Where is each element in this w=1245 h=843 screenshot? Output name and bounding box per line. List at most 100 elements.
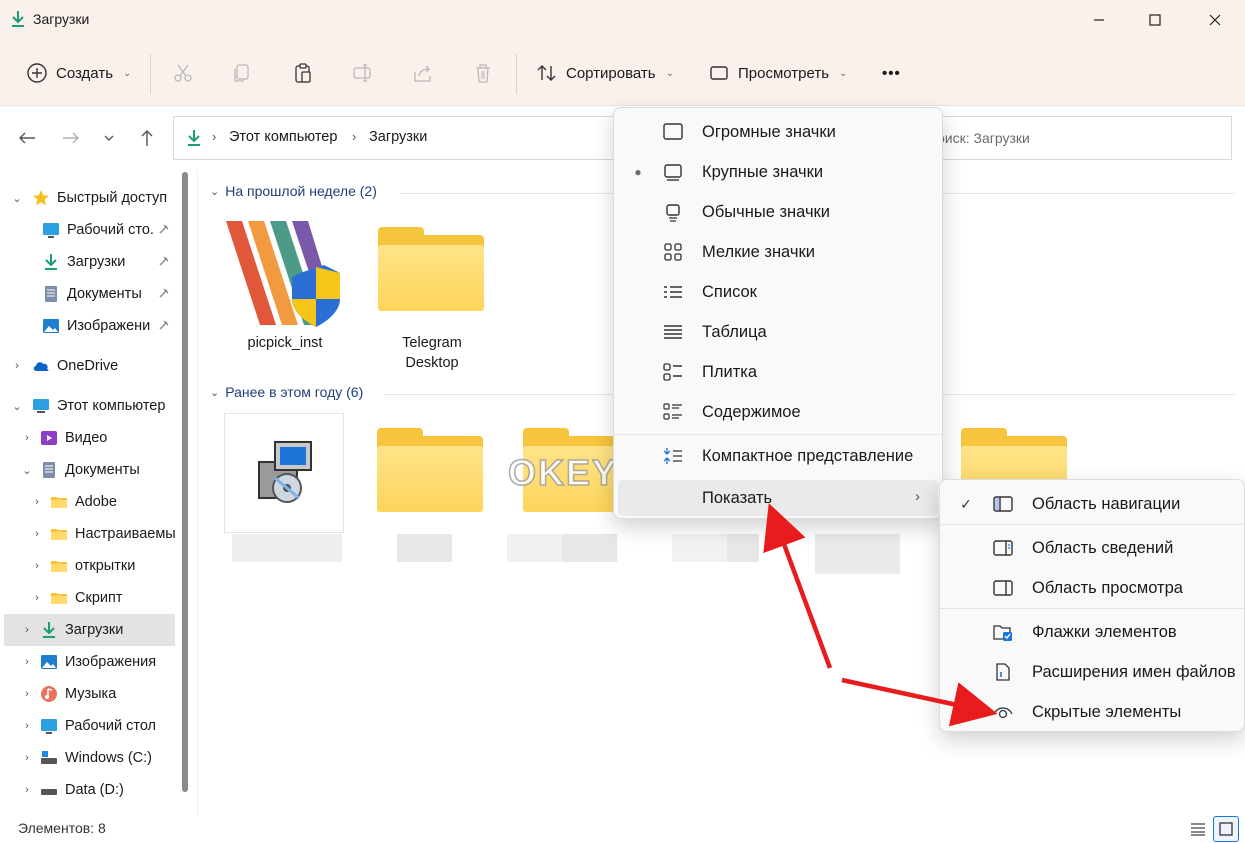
recent-locations-button[interactable] xyxy=(96,125,122,151)
sidebar-item-desktop-pinned[interactable]: Рабочий сто. xyxy=(0,214,176,246)
sidebar-item-this-pc[interactable]: ⌄ Этот компьютер xyxy=(0,390,176,422)
folder-icon xyxy=(51,529,67,540)
large-icons-view-toggle[interactable] xyxy=(1213,816,1239,842)
sidebar-item-videos[interactable]: › Видео xyxy=(0,422,176,454)
chevron-right-icon: › xyxy=(25,784,29,796)
sidebar-item-documents[interactable]: ⌄ Документы xyxy=(0,454,176,486)
download-icon xyxy=(188,130,200,146)
sidebar-item-desktop[interactable]: › Рабочий стол xyxy=(0,710,176,742)
menu-divider xyxy=(940,608,1244,609)
group-header-label: На прошлой неделе (2) xyxy=(225,183,377,199)
back-button[interactable] xyxy=(12,125,42,151)
breadcrumb-this-pc[interactable]: Этот компьютер xyxy=(229,129,337,145)
sidebar-item-quick-access[interactable]: ⌄ Быстрый доступ xyxy=(0,182,176,214)
menu-item-tiles[interactable]: Плитка xyxy=(614,352,942,392)
folder-icon[interactable] xyxy=(961,428,1067,480)
cut-icon[interactable] xyxy=(172,62,194,84)
menu-item-list[interactable]: Список xyxy=(614,272,942,312)
sidebar-item-label: Музыка xyxy=(65,686,117,702)
sidebar-item-pictures-pinned[interactable]: Изображени xyxy=(0,310,176,342)
sidebar-item-drive-d[interactable]: › Data (D:) xyxy=(0,774,176,806)
file-item-telegram-desktop[interactable]: Telegram Desktop xyxy=(376,213,488,373)
sidebar-scrollbar[interactable] xyxy=(182,172,188,792)
group-header-last-week[interactable]: ⌄ На прошлой неделе (2) xyxy=(210,183,377,199)
close-button[interactable] xyxy=(1186,0,1244,40)
sidebar-item-onedrive[interactable]: › OneDrive xyxy=(0,350,176,382)
details-view-icon xyxy=(1191,823,1205,836)
sidebar-item-label: Документы xyxy=(65,462,140,478)
sidebar-item-script[interactable]: › Скрипт xyxy=(0,582,176,614)
preview-pane-icon xyxy=(993,580,1013,596)
sidebar-item-pictures[interactable]: › Изображения xyxy=(0,646,176,678)
paste-icon[interactable] xyxy=(292,62,314,84)
menu-item-extra-large-icons[interactable]: Огромные значки xyxy=(614,112,942,152)
item-checkboxes-icon xyxy=(993,625,1012,641)
redacted-file-name xyxy=(727,534,759,562)
breadcrumb-downloads[interactable]: Загрузки xyxy=(369,129,427,145)
view-icon xyxy=(710,66,728,80)
sort-button[interactable]: Сортировать ⌄ xyxy=(536,56,674,90)
pin-icon xyxy=(159,224,169,234)
list-icon xyxy=(664,286,682,298)
menu-item-large-icons[interactable]: ● Крупные значки xyxy=(614,152,942,192)
chevron-right-icon: › xyxy=(35,592,39,604)
more-button[interactable]: ••• xyxy=(882,56,901,90)
sidebar-item-documents-pinned[interactable]: Документы xyxy=(0,278,176,310)
menu-item-label: Флажки элементов xyxy=(1032,622,1177,641)
folder-icon[interactable] xyxy=(377,428,483,512)
copy-icon[interactable] xyxy=(231,62,253,84)
setup-installer-icon xyxy=(258,441,312,503)
share-icon[interactable] xyxy=(412,62,434,84)
download-icon xyxy=(45,254,57,270)
menu-item-label: Показать xyxy=(702,488,773,507)
file-item-picpick[interactable]: picpick_inst xyxy=(224,213,346,371)
submenu-item-preview-pane[interactable]: Область просмотра xyxy=(940,568,1244,608)
sidebar-item-label: Windows (C:) xyxy=(65,750,153,766)
create-button[interactable]: Создать ⌄ xyxy=(26,56,131,90)
menu-item-content[interactable]: Содержимое xyxy=(614,392,942,432)
maximize-button[interactable] xyxy=(1126,0,1184,40)
chevron-down-icon: ⌄ xyxy=(22,464,32,477)
delete-icon[interactable] xyxy=(472,62,494,84)
forward-button[interactable] xyxy=(56,125,86,151)
sidebar-item-adobe[interactable]: › Adobe xyxy=(0,486,176,518)
menu-item-label: Огромные значки xyxy=(702,122,836,141)
view-button[interactable]: Просмотреть ⌄ xyxy=(708,56,847,90)
menu-item-label: Содержимое xyxy=(702,402,801,421)
sidebar-item-drive-c[interactable]: › Windows (C:) xyxy=(0,742,176,774)
submenu-item-details-pane[interactable]: Область сведений xyxy=(940,528,1244,568)
menu-item-details[interactable]: Таблица xyxy=(614,312,942,352)
extra-large-icons-icon xyxy=(663,123,683,140)
chevron-right-icon: › xyxy=(25,624,29,636)
close-icon xyxy=(1209,14,1221,26)
submenu-item-navigation-pane[interactable]: ✓ Область навигации xyxy=(940,484,1244,524)
maximize-icon xyxy=(1149,14,1161,26)
menu-item-small-icons[interactable]: Мелкие значки xyxy=(614,232,942,272)
sidebar-item-downloads-pinned[interactable]: Загрузки xyxy=(0,246,176,278)
group-header-earlier-this-year[interactable]: ⌄ Ранее в этом году (6) xyxy=(210,384,363,400)
redacted-file-name xyxy=(507,534,562,562)
submenu-item-item-checkboxes[interactable]: Флажки элементов xyxy=(940,612,1244,652)
sidebar-item-label: Adobe xyxy=(75,494,117,510)
sidebar-item-label: Этот компьютер xyxy=(57,398,166,414)
details-view-toggle[interactable] xyxy=(1186,817,1210,841)
sidebar-item-custom[interactable]: › Настраиваемы xyxy=(0,518,176,550)
search-input[interactable]: оиск: Загрузки xyxy=(930,116,1232,160)
menu-item-medium-icons[interactable]: Обычные значки xyxy=(614,192,942,232)
sidebar-item-label: Data (D:) xyxy=(65,782,124,798)
menu-item-compact-view[interactable]: Компактное представление xyxy=(614,436,942,476)
minimize-button[interactable] xyxy=(1070,0,1128,40)
desktop-icon xyxy=(41,719,57,734)
up-button[interactable] xyxy=(132,125,162,151)
sidebar-item-postcards[interactable]: › открытки xyxy=(0,550,176,582)
menu-item-show[interactable]: Показать › xyxy=(618,480,938,516)
chevron-right-icon: › xyxy=(35,528,39,540)
sidebar-item-downloads[interactable]: › Загрузки xyxy=(4,614,175,646)
file-item-installer[interactable] xyxy=(224,413,344,533)
sort-icon xyxy=(537,65,556,81)
rename-icon[interactable] xyxy=(352,62,374,84)
document-icon xyxy=(45,286,57,302)
submenu-item-hidden-items[interactable]: Скрытые элементы xyxy=(940,692,1244,732)
submenu-item-file-extensions[interactable]: Расширения имен файлов xyxy=(940,652,1244,692)
sidebar-item-music[interactable]: › Музыка xyxy=(0,678,176,710)
